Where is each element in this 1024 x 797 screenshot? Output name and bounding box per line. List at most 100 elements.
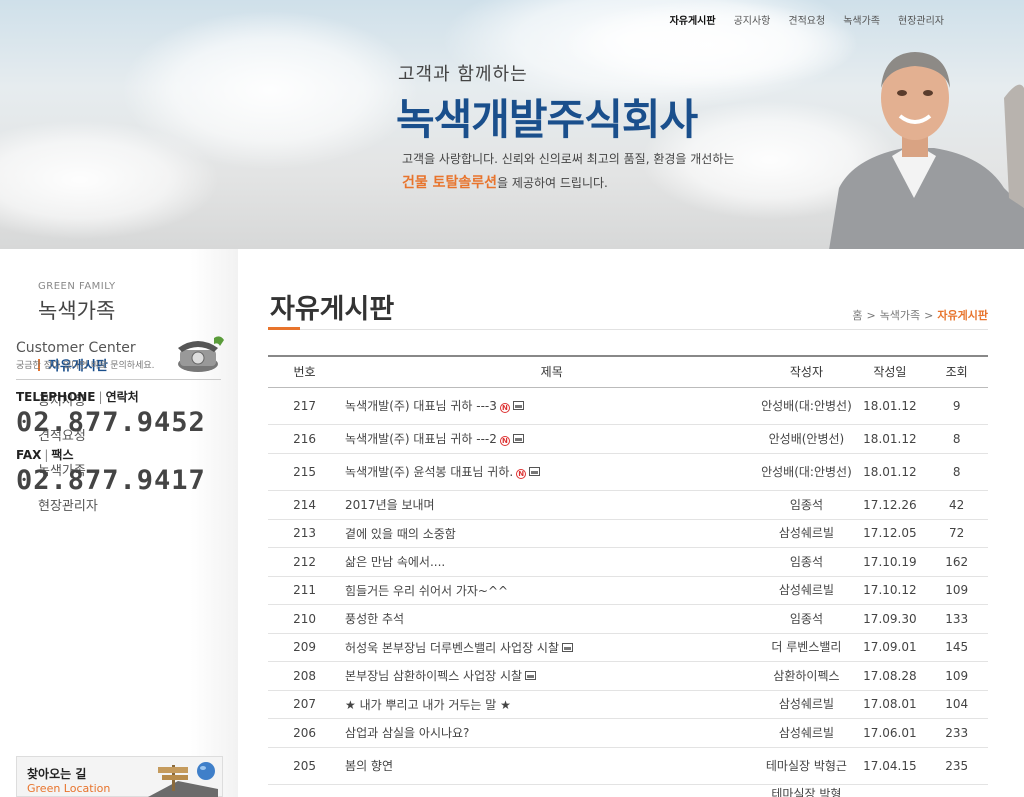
cell-writer: 안성배(대:안병선) [758,387,855,425]
location-banner[interactable]: 찾아오는 길 Green Location [16,756,223,797]
cell-title[interactable]: 녹색개발(주) 윤석봉 대표님 귀하. N [341,453,759,491]
cell-title[interactable]: 풍성한 추석 [341,604,759,634]
table-row[interactable]: 212 삶은 만남 속에서.... 임종석 17.10.19 162 [268,547,988,577]
new-badge-icon: N [499,403,510,413]
cell-date: 17.12.05 [854,519,926,548]
sidebar-eng-title: GREEN FAMILY [38,281,116,292]
table-row[interactable]: 208 본부장님 삼환하이펙스 사업장 시찰 삼환하이펙스 17.08.28 109 [268,661,988,691]
cell-no: 217 [268,387,342,425]
table-row[interactable]: 209 허성욱 본부장님 더루벤스밸리 사업장 시찰 더 루벤스밸리 17.09.01… [268,633,988,662]
cell-no: 214 [268,490,342,520]
cell-date: 17.09.30 [854,604,926,634]
cell-title[interactable]: 삶은 만남 속에서.... [341,547,759,577]
cell-views: 162 [925,547,988,577]
cell-title[interactable]: 본부장님 삼환하이펙스 사업장 시찰 [341,661,759,691]
cell-title[interactable]: 곁에 있을 때의 소중함 [341,519,759,548]
table-row[interactable]: 206 삼업과 삼실을 아시나요? 삼성쉐르빌 17.06.01 233 [268,718,988,748]
cell-writer: 삼성쉐르빌 [758,576,855,605]
post-title-link[interactable]: 힘들거든 우리 쉬어서 가자~^^ [345,584,508,598]
title-divider [268,329,988,330]
image-attachment-icon [529,467,541,476]
table-row[interactable]: 205 봄의 향연 테마실장 박형근 17.04.15 235 [268,747,988,785]
image-attachment-icon [562,642,574,652]
topnav-site-manager[interactable]: 현장관리자 [898,12,944,27]
cell-date: 17.08.28 [854,661,926,691]
fax-number: 02.877.9417 [16,465,206,496]
post-title-link[interactable]: 2017년을 보내며 [345,498,435,512]
post-title-link[interactable]: 삶은 만남 속에서.... [345,555,445,569]
cell-date: 17.06.01 [854,718,926,748]
cell-writer: 테마실장 박형근 [758,747,855,785]
customer-center: Customer Center 궁금한 점이 있다면 바로 문의하세요. TEL… [16,336,226,496]
cell-no: 205 [268,747,342,785]
post-title-link[interactable]: 삼업과 삼실을 아시나요? [345,726,469,740]
sidebar-item-site-manager[interactable]: 현장관리자 [38,495,108,530]
cell-writer: 임종석 [758,604,855,634]
cell-title[interactable]: 녹색개발(주) 대표님 귀하 ---3 N [341,387,759,425]
hero-desc-line1: 고객을 사랑합니다. 신뢰와 신의로써 최고의 품질, 환경을 개선하는 [402,152,735,166]
fax-label: FAX | 팩스 [16,448,74,462]
cell-views: 8 [925,453,988,491]
cell-no: 210 [268,604,342,634]
cell-title[interactable]: 녹색개발(주) 대표님 귀하 ---2 N [341,424,759,454]
post-title-link[interactable]: 본부장님 삼환하이펙스 사업장 시찰 [345,669,522,683]
cell-date: 17.09.01 [854,633,926,662]
cell-writer: 테마실장 박형 [758,784,855,797]
table-row[interactable]: 216 녹색개발(주) 대표님 귀하 ---2 N 안성배(안병선) 18.01.12 8 [268,424,988,454]
topnav-notice[interactable]: 공지사항 [734,12,771,27]
topnav-estimate[interactable]: 견적요청 [788,12,825,27]
top-nav: 자유게시판 공지사항 견적요청 녹색가족 현장관리자 [670,12,944,27]
cell-title[interactable]: 허성욱 본부장님 더루벤스밸리 사업장 시찰 [341,633,759,662]
cell-no: 206 [268,718,342,748]
table-row[interactable]: 210 풍성한 추석 임종석 17.09.30 133 [268,604,988,634]
table-row[interactable]: 215 녹색개발(주) 윤석봉 대표님 귀하. N 안성배(대:안병선) 18.01.1… [268,453,988,491]
image-attachment-icon [512,434,524,443]
cell-title[interactable] [341,784,759,797]
cell-no: 216 [268,424,342,454]
cell-writer: 안성배(안병선) [758,424,855,454]
cell-title[interactable]: 힘들거든 우리 쉬어서 가자~^^ [341,576,759,605]
cell-views: 72 [925,519,988,548]
post-title-link[interactable]: 녹색개발(주) 대표님 귀하 ---3 [345,399,497,413]
breadcrumb-home[interactable]: 홈 [852,309,862,322]
cell-writer: 삼환하이펙스 [758,661,855,691]
table-row[interactable]: 213 곁에 있을 때의 소중함 삼성쉐르빌 17.12.05 72 [268,519,988,548]
image-attachment-icon [512,401,524,410]
cell-no: 208 [268,661,342,691]
cell-views: 145 [925,633,988,662]
hero-highlight: 건물 토탈솔루션 [402,175,498,191]
post-title-link[interactable]: 녹색개발(주) 윤석봉 대표님 귀하. [345,465,513,479]
post-title-link[interactable]: ★ 내가 뿌리고 내가 거두는 말 ★ [345,698,511,712]
hero-subtitle: 고객과 함께하는 [398,64,528,85]
breadcrumb: 홈 > 녹색가족 > 자유게시판 [852,309,988,322]
table-header-row: 번호 제목 작성자 작성일 조회 [268,355,988,388]
topnav-free-board[interactable]: 자유게시판 [670,12,716,27]
post-title-link[interactable]: 풍성한 추석 [345,612,404,626]
table-row[interactable]: 테마실장 박형 [268,784,988,797]
post-title-link[interactable]: 곁에 있을 때의 소중함 [345,527,456,541]
breadcrumb-green-family[interactable]: 녹색가족 [880,309,920,322]
table-row[interactable]: 214 2017년을 보내며 임종석 17.12.26 42 [268,490,988,520]
table-row[interactable]: 217 녹색개발(주) 대표님 귀하 ---3 N 안성배(대:안병선) 18.01.1… [268,387,988,425]
breadcrumb-current: 자유게시판 [937,309,988,322]
cell-title[interactable]: 삼업과 삼실을 아시나요? [341,718,759,748]
cell-title[interactable]: ★ 내가 뿌리고 내가 거두는 말 ★ [341,690,759,719]
cell-views: 9 [925,387,988,425]
new-badge-icon: N [516,469,527,479]
cell-no [268,784,342,797]
table-row[interactable]: 211 힘들거든 우리 쉬어서 가자~^^ 삼성쉐르빌 17.10.12 109 [268,576,988,605]
cell-writer: 안성배(대:안병선) [758,453,855,491]
cell-title[interactable]: 2017년을 보내며 [341,490,759,520]
person-photo [829,52,1024,249]
topnav-green-family[interactable]: 녹색가족 [843,12,880,27]
board-table: 번호 제목 작성자 작성일 조회 217 녹색개발(주) 대표님 귀하 ---3 N… [268,355,988,797]
table-row[interactable]: 207 ★ 내가 뿌리고 내가 거두는 말 ★ 삼성쉐르빌 17.08.01 104 [268,690,988,719]
col-header-no: 번호 [268,355,342,388]
post-title-link[interactable]: 봄의 향연 [345,759,393,773]
cell-writer: 임종석 [758,547,855,577]
post-title-link[interactable]: 녹색개발(주) 대표님 귀하 ---2 [345,432,497,446]
cell-writer: 삼성쉐르빌 [758,690,855,719]
image-attachment-icon [525,671,537,680]
cell-title[interactable]: 봄의 향연 [341,747,759,785]
post-title-link[interactable]: 허성욱 본부장님 더루벤스밸리 사업장 시찰 [345,641,559,655]
